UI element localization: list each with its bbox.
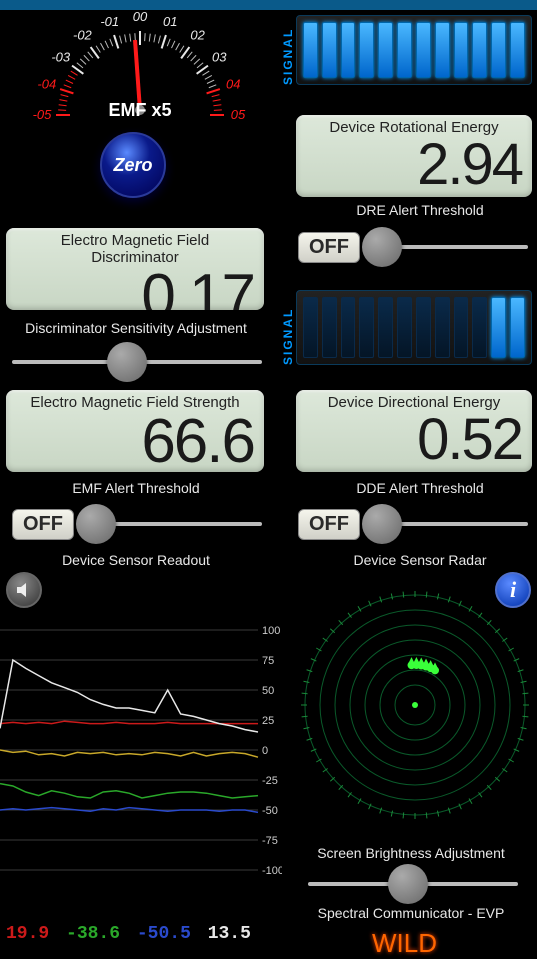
speaker-icon: [14, 580, 34, 600]
svg-text:100: 100: [262, 625, 280, 637]
svg-text:-03: -03: [51, 49, 71, 64]
rotational-energy-panel: Device Rotational Energy 2.94: [296, 115, 532, 197]
signal-bar: [397, 297, 412, 358]
signal-bar: [322, 297, 337, 358]
svg-text:-25: -25: [262, 775, 278, 787]
evp-word: WILD: [372, 928, 437, 959]
panel-value: 0.17: [16, 266, 254, 310]
signal-bar: [303, 297, 318, 358]
signal-bar: [378, 297, 393, 358]
emf-off-button[interactable]: OFF: [12, 509, 74, 540]
svg-text:75: 75: [262, 655, 274, 667]
svg-text:-01: -01: [100, 14, 119, 29]
brightness-label: Screen Brightness Adjustment: [290, 845, 532, 861]
dde-off-button[interactable]: OFF: [298, 509, 360, 540]
chart-legend: 19.9 -38.6 -50.5 13.5: [6, 924, 257, 944]
signal-bar: [359, 297, 374, 358]
slider-thumb[interactable]: [388, 864, 428, 904]
dde-alert-label: DDE Alert Threshold: [290, 480, 537, 496]
signal-bar: [472, 297, 487, 358]
svg-text:-75: -75: [262, 835, 278, 847]
signal-bar: [510, 297, 525, 358]
panel-value: 66.6: [16, 411, 254, 472]
sensor-readout-chart: 100 75 50 25 0 -25 -50 -75 -100: [0, 620, 282, 900]
evp-label: Spectral Communicator - EVP: [290, 905, 532, 921]
discriminator-panel: Electro Magnetic Field Discriminator 0.1…: [6, 228, 264, 310]
sensor-radar: [295, 585, 535, 825]
dre-off-button[interactable]: OFF: [298, 232, 360, 263]
signal-meter-2: SIGNAL: [280, 290, 532, 365]
signal-bar: [341, 22, 356, 78]
signal-bar: [454, 22, 469, 78]
signal-bar: [416, 297, 431, 358]
strength-panel: Electro Magnetic Field Strength 66.6: [6, 390, 264, 472]
signal-bar: [303, 22, 318, 78]
signal-bar: [435, 297, 450, 358]
signal-label: SIGNAL: [280, 15, 296, 85]
directional-panel: Device Directional Energy 0.52: [296, 390, 532, 472]
signal-bar: [322, 22, 337, 78]
dre-slider[interactable]: OFF: [298, 225, 528, 269]
signal-meter-1: SIGNAL: [280, 15, 532, 85]
emf-alert-label: EMF Alert Threshold: [6, 480, 266, 496]
svg-text:03: 03: [212, 49, 227, 64]
signal-bar: [472, 22, 487, 78]
signal-label: SIGNAL: [280, 290, 296, 365]
legend-green: -38.6: [66, 924, 120, 944]
panel-title: Electro Magnetic Field Discriminator: [16, 232, 254, 266]
signal-bar: [510, 22, 525, 78]
panel-value: 2.94: [306, 136, 522, 194]
emf-gauge: -05-04-03-02-01000102030405 EMF x5 Zero: [0, 10, 280, 210]
signal-bar: [491, 297, 506, 358]
emf-slider[interactable]: OFF: [12, 502, 262, 546]
legend-red: 19.9: [6, 924, 49, 944]
svg-text:-100: -100: [262, 865, 282, 877]
legend-blue: -50.5: [137, 924, 191, 944]
signal-bar: [416, 22, 431, 78]
status-bar: [0, 0, 537, 10]
svg-text:-50: -50: [262, 805, 278, 817]
dde-slider[interactable]: OFF: [298, 502, 528, 546]
zero-button[interactable]: Zero: [100, 132, 166, 198]
svg-text:04: 04: [226, 77, 240, 92]
signal-bar: [491, 22, 506, 78]
sensor-readout-label: Device Sensor Readout: [6, 552, 266, 568]
signal-bar: [454, 297, 469, 358]
sound-button[interactable]: [6, 572, 42, 608]
disc-adjust-label: Discriminator Sensitivity Adjustment: [6, 320, 266, 336]
signal-bar: [435, 22, 450, 78]
svg-text:-04: -04: [37, 77, 56, 92]
svg-text:02: 02: [190, 28, 205, 43]
dre-alert-label: DRE Alert Threshold: [290, 202, 537, 218]
brightness-slider[interactable]: [308, 862, 518, 906]
sensor-radar-label: Device Sensor Radar: [290, 552, 537, 568]
svg-text:01: 01: [163, 14, 177, 29]
slider-thumb[interactable]: [76, 504, 116, 544]
svg-text:0: 0: [262, 745, 268, 757]
discriminator-slider[interactable]: [12, 340, 262, 384]
svg-text:00: 00: [133, 10, 148, 24]
signal-bar: [378, 22, 393, 78]
svg-text:-02: -02: [73, 28, 93, 43]
panel-value: 0.52: [306, 411, 522, 469]
signal-bar: [397, 22, 412, 78]
signal-bar: [359, 22, 374, 78]
signal-bar: [341, 297, 356, 358]
slider-thumb[interactable]: [362, 504, 402, 544]
slider-thumb[interactable]: [362, 227, 402, 267]
svg-text:50: 50: [262, 685, 274, 697]
legend-white: 13.5: [208, 924, 251, 944]
svg-text:25: 25: [262, 715, 274, 727]
gauge-label: EMF x5: [0, 100, 280, 121]
slider-thumb[interactable]: [107, 342, 147, 382]
